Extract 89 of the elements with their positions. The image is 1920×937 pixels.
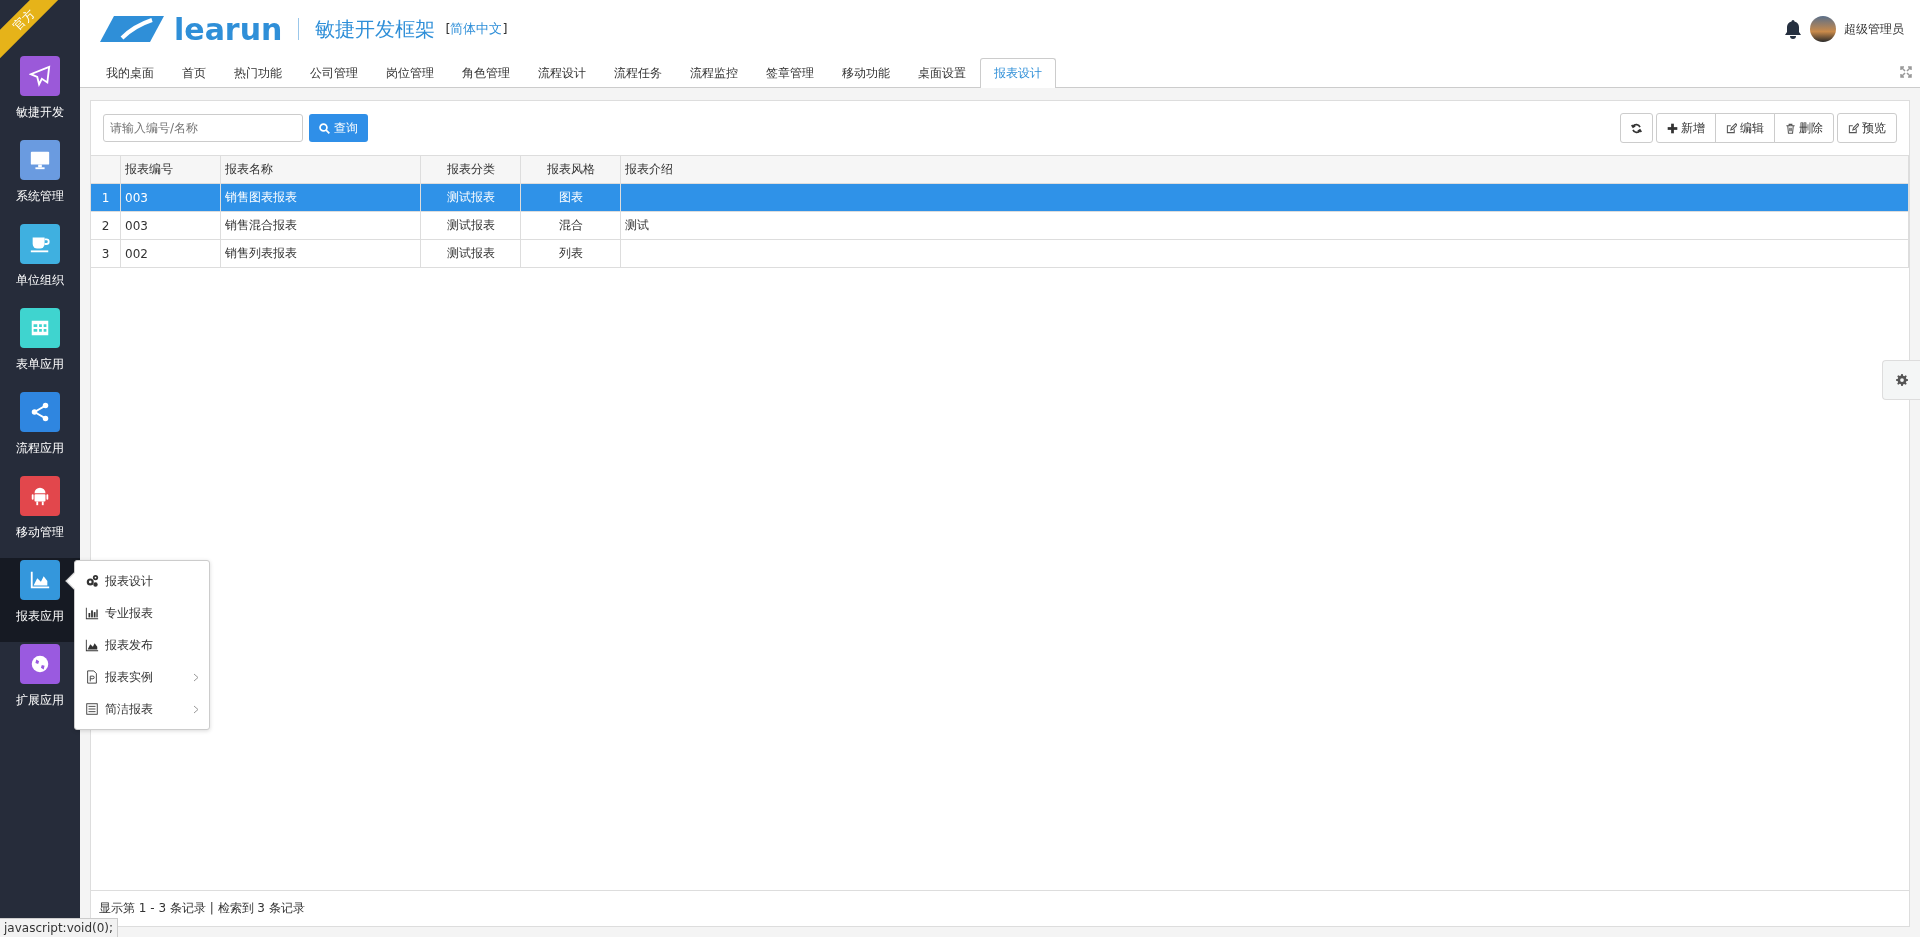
android-icon [29,485,51,507]
document-icon [85,670,99,684]
row-number: 3 [91,240,121,267]
table-cell: 测试报表 [421,240,521,267]
sidebar-label: 敏捷开发 [16,104,64,121]
preview-button[interactable]: 预览 [1837,113,1897,143]
sidebar-item[interactable]: 流程应用 [0,390,80,474]
user-name[interactable]: 超级管理员 [1844,20,1904,38]
tab[interactable]: 报表设计 [980,58,1056,88]
delete-button[interactable]: 删除 [1774,113,1834,143]
table-cell: 测试报表 [421,212,521,239]
plus-icon [1667,122,1678,134]
tab[interactable]: 首页 [168,58,220,88]
sidebar-item[interactable]: 系统管理 [0,138,80,222]
sidebar-item[interactable]: 报表应用 [0,558,80,642]
refresh-button[interactable] [1620,113,1653,143]
avatar [1810,16,1836,42]
table-cell: 列表 [521,240,621,267]
sidebar-label: 单位组织 [16,272,64,289]
sidebar-item[interactable]: 移动管理 [0,474,80,558]
table-cell: 销售混合报表 [221,212,421,239]
tab[interactable]: 热门功能 [220,58,296,88]
table-row[interactable]: 3 002 销售列表报表 测试报表 列表 [91,240,1909,268]
tab[interactable]: 移动功能 [828,58,904,88]
gears-icon [85,574,99,588]
tab[interactable]: 角色管理 [448,58,524,88]
settings-icon [1895,374,1908,386]
add-button[interactable]: 新增 [1656,113,1716,143]
language-label: [简体中文] [445,20,508,38]
chevron-right-icon [193,672,199,682]
logo-text: learun [174,11,283,47]
tab[interactable]: 流程任务 [600,58,676,88]
tab[interactable]: 签章管理 [752,58,828,88]
pagination-info: 显示第 1 - 3 条记录 | 检索到 3 条记录 [99,900,305,917]
search-icon [319,122,330,134]
tab[interactable]: 公司管理 [296,58,372,88]
status-bar-url: javascript:void(0); [0,918,119,937]
table-cell: 003 [121,184,221,211]
list-document-icon [85,702,99,716]
trash-icon [1785,122,1796,134]
tab[interactable]: 流程设计 [524,58,600,88]
bell-icon[interactable] [1784,19,1802,39]
table-cell: 混合 [521,212,621,239]
column-header[interactable]: 报表编号 [121,156,221,183]
table-cell: 图表 [521,184,621,211]
table-cell: 测试 [621,212,1909,239]
table-cell: 003 [121,212,221,239]
column-header[interactable]: 报表风格 [521,156,621,183]
column-header[interactable]: 报表名称 [221,156,421,183]
share-icon [29,401,51,423]
bar-chart-icon [85,606,99,620]
sidebar-item[interactable]: 敏捷开发 [0,54,80,138]
row-number: 2 [91,212,121,239]
sidebar-label: 报表应用 [16,608,64,625]
refresh-icon [1631,122,1642,134]
sidebar-label: 流程应用 [16,440,64,457]
area-chart-icon [29,569,51,591]
row-number: 1 [91,184,121,211]
sidebar-item[interactable]: 单位组织 [0,222,80,306]
edit-icon [1848,122,1859,134]
paper-plane-icon [29,65,51,87]
table-cell: 销售图表报表 [221,184,421,211]
tab[interactable]: 桌面设置 [904,58,980,88]
table-cell: 销售列表报表 [221,240,421,267]
area-chart-icon [85,638,99,652]
tab[interactable]: 流程监控 [676,58,752,88]
fullscreen-icon[interactable] [1900,66,1912,78]
table-row[interactable]: 2 003 销售混合报表 测试报表 混合 测试 [91,212,1909,240]
edit-icon [1726,122,1737,134]
sidebar-item[interactable]: 表单应用 [0,306,80,390]
tab[interactable]: 岗位管理 [372,58,448,88]
chevron-right-icon [193,704,199,714]
sidebar-label: 系统管理 [16,188,64,205]
table-cell: 002 [121,240,221,267]
leaf-logo-icon [100,16,164,42]
language-link[interactable]: 简体中文 [450,21,503,36]
sidebar-label: 移动管理 [16,524,64,541]
sidebar-label: 扩展应用 [16,692,64,709]
column-header[interactable]: 报表分类 [421,156,521,183]
search-field[interactable]: 请输入编号/名称 [103,114,303,142]
app-title: 敏捷开发框架 [315,15,436,43]
edit-button[interactable]: 编辑 [1715,113,1775,143]
globe-icon [29,653,51,675]
table-cell: 测试报表 [421,184,521,211]
sidebar-label: 表单应用 [16,356,64,373]
settings-button[interactable] [1882,360,1920,400]
column-header[interactable]: 报表介绍 [621,156,1909,183]
tab[interactable]: 我的桌面 [92,58,168,88]
monitor-icon [29,149,51,171]
